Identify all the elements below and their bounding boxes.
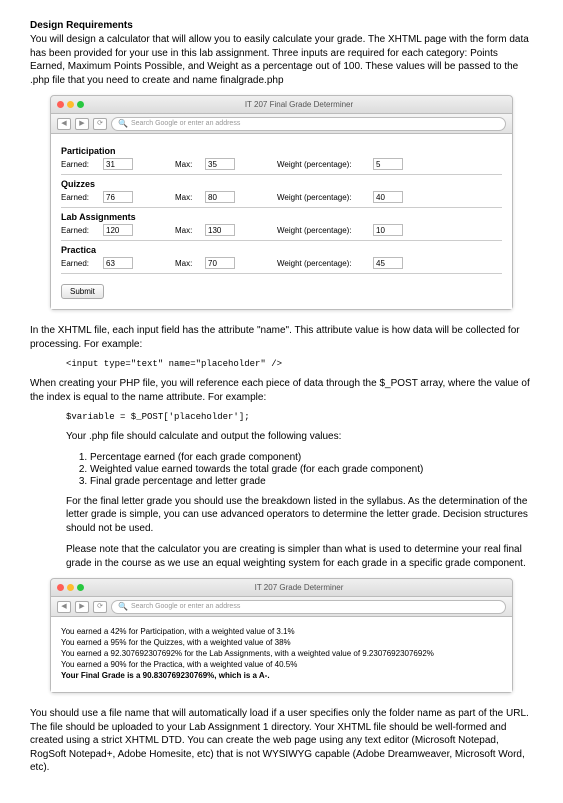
quizzes-weight-input[interactable] [373, 191, 403, 203]
lab-row: Earned: Max: Weight (percentage): [61, 224, 502, 236]
name-attribute-paragraph: In the XHTML file, each input field has … [30, 324, 533, 351]
close-icon [57, 101, 64, 108]
max-label: Max: [175, 259, 199, 268]
intro-paragraph: You will design a calculator that will a… [30, 33, 533, 87]
list-item: Weighted value earned towards the total … [90, 464, 533, 475]
weight-label: Weight (percentage): [277, 193, 367, 202]
output-final-line: Your Final Grade is a 90.830769230769%, … [61, 671, 502, 680]
minimize-icon [67, 584, 74, 591]
practica-weight-input[interactable] [373, 257, 403, 269]
address-bar[interactable]: 🔍Search Google or enter an address [111, 600, 506, 614]
code-post-example: $variable = $_POST['placeholder']; [66, 412, 533, 422]
earned-label: Earned: [61, 259, 97, 268]
search-icon: 🔍 [118, 118, 128, 130]
max-label: Max: [175, 226, 199, 235]
list-item: Final grade percentage and letter grade [90, 476, 533, 487]
max-label: Max: [175, 160, 199, 169]
toolbar: ◀ ▶ ⟳ 🔍Search Google or enter an address [51, 114, 512, 134]
list-item: Percentage earned (for each grade compon… [90, 452, 533, 463]
earned-label: Earned: [61, 160, 97, 169]
output-line: You earned a 92.307692307692% for the La… [61, 649, 502, 658]
practica-max-input[interactable] [205, 257, 235, 269]
weight-label: Weight (percentage): [277, 160, 367, 169]
titlebar: IT 207 Grade Determiner [51, 579, 512, 597]
forward-icon[interactable]: ▶ [75, 118, 89, 130]
form-body: Participation Earned: Max: Weight (perce… [51, 134, 512, 309]
earned-label: Earned: [61, 226, 97, 235]
section-heading: Design Requirements [30, 20, 533, 31]
letter-grade-paragraph: For the final letter grade you should us… [66, 495, 533, 536]
search-icon: 🔍 [118, 601, 128, 613]
filename-paragraph: You should use a file name that will aut… [30, 707, 533, 775]
weight-label: Weight (percentage): [277, 259, 367, 268]
quizzes-earned-input[interactable] [103, 191, 133, 203]
participation-weight-input[interactable] [373, 158, 403, 170]
titlebar: IT 207 Final Grade Determiner [51, 96, 512, 114]
values-intro: Your .php file should calculate and outp… [66, 430, 533, 444]
max-label: Max: [175, 193, 199, 202]
practica-earned-input[interactable] [103, 257, 133, 269]
values-list: Percentage earned (for each grade compon… [90, 452, 533, 487]
quizzes-row: Earned: Max: Weight (percentage): [61, 191, 502, 203]
address-placeholder: Search Google or enter an address [131, 118, 240, 130]
close-icon [57, 584, 64, 591]
participation-row: Earned: Max: Weight (percentage): [61, 158, 502, 170]
output-line: You earned a 95% for the Quizzes, with a… [61, 638, 502, 647]
toolbar: ◀ ▶ ⟳ 🔍Search Google or enter an address [51, 597, 512, 617]
submit-button[interactable]: Submit [61, 284, 104, 299]
code-input-example: <input type="text" name="placeholder" /> [66, 359, 533, 369]
practica-heading: Practica [61, 245, 502, 255]
output-body: You earned a 42% for Participation, with… [51, 617, 512, 692]
post-array-paragraph: When creating your PHP file, you will re… [30, 377, 533, 404]
participation-earned-input[interactable] [103, 158, 133, 170]
weight-label: Weight (percentage): [277, 226, 367, 235]
address-bar[interactable]: 🔍Search Google or enter an address [111, 117, 506, 131]
back-icon[interactable]: ◀ [57, 601, 71, 613]
note-paragraph: Please note that the calculator you are … [66, 543, 533, 570]
earned-label: Earned: [61, 193, 97, 202]
traffic-lights [57, 584, 84, 591]
quizzes-heading: Quizzes [61, 179, 502, 189]
practica-row: Earned: Max: Weight (percentage): [61, 257, 502, 269]
traffic-lights [57, 101, 84, 108]
lab-max-input[interactable] [205, 224, 235, 236]
forward-icon[interactable]: ▶ [75, 601, 89, 613]
minimize-icon [67, 101, 74, 108]
maximize-icon [77, 101, 84, 108]
participation-max-input[interactable] [205, 158, 235, 170]
participation-heading: Participation [61, 146, 502, 156]
lab-earned-input[interactable] [103, 224, 133, 236]
address-placeholder: Search Google or enter an address [131, 601, 240, 613]
form-screenshot: IT 207 Final Grade Determiner ◀ ▶ ⟳ 🔍Sea… [50, 95, 513, 310]
lab-heading: Lab Assignments [61, 212, 502, 222]
window-title: IT 207 Grade Determiner [92, 583, 506, 592]
maximize-icon [77, 584, 84, 591]
output-line: You earned a 42% for Participation, with… [61, 627, 502, 636]
output-screenshot: IT 207 Grade Determiner ◀ ▶ ⟳ 🔍Search Go… [50, 578, 513, 693]
reload-icon[interactable]: ⟳ [93, 601, 107, 613]
quizzes-max-input[interactable] [205, 191, 235, 203]
back-icon[interactable]: ◀ [57, 118, 71, 130]
lab-weight-input[interactable] [373, 224, 403, 236]
reload-icon[interactable]: ⟳ [93, 118, 107, 130]
window-title: IT 207 Final Grade Determiner [92, 100, 506, 109]
output-line: You earned a 90% for the Practica, with … [61, 660, 502, 669]
